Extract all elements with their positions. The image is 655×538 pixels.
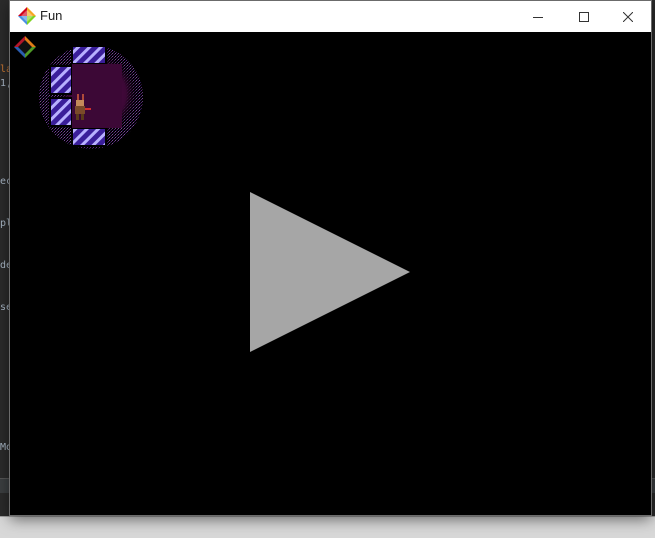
close-icon [623, 11, 633, 22]
minimize-button[interactable] [515, 1, 561, 32]
ide-status-bar [0, 516, 655, 538]
game-canvas[interactable] [10, 32, 651, 512]
haxe-logo-icon [18, 7, 36, 25]
close-button[interactable] [605, 1, 651, 32]
dungeon-view [39, 45, 143, 149]
maximize-button[interactable] [561, 1, 607, 32]
haxe-logo-icon [14, 36, 36, 58]
minimize-icon [533, 16, 543, 18]
window-titlebar[interactable]: Fun [10, 1, 651, 32]
play-icon[interactable] [250, 192, 410, 352]
window-title: Fun [40, 8, 63, 23]
app-window: Fun [10, 1, 651, 515]
maximize-icon [579, 11, 589, 22]
